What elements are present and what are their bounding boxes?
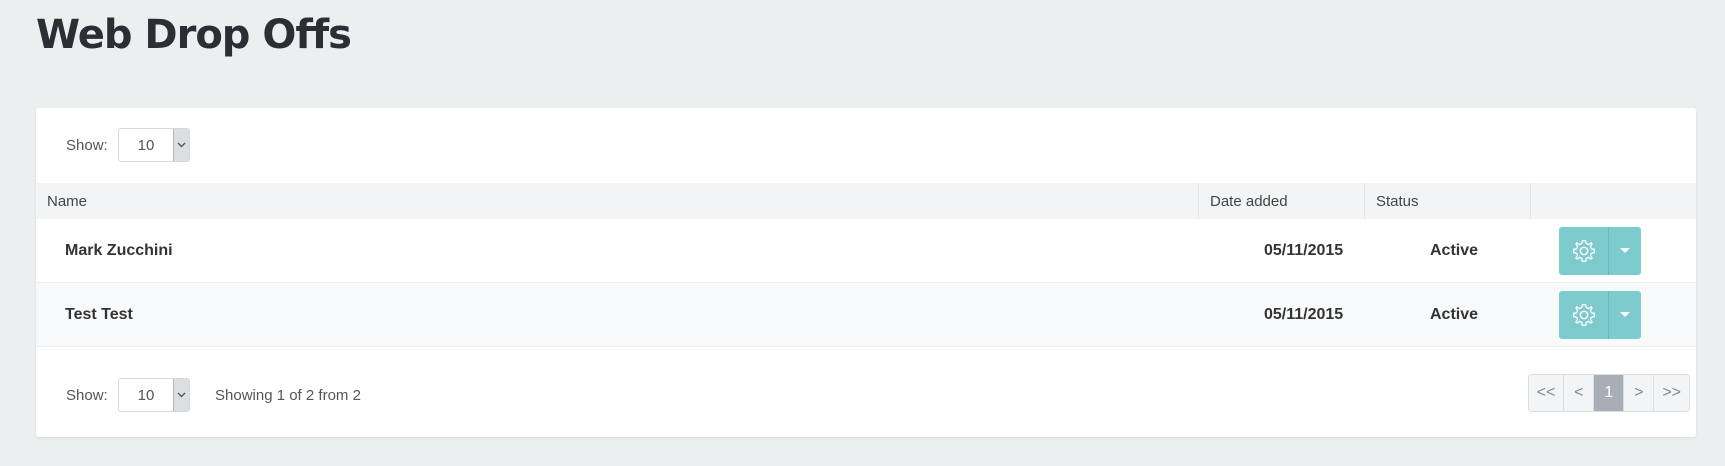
page-size-select[interactable]: 10 xyxy=(118,128,190,162)
first-page-button[interactable]: << xyxy=(1528,375,1564,411)
gear-icon xyxy=(1572,303,1595,326)
chevron-down-icon[interactable] xyxy=(173,379,189,411)
last-page-button[interactable]: >> xyxy=(1653,375,1689,411)
row-menu-button[interactable] xyxy=(1609,226,1641,275)
pagination: << < 1 > >> xyxy=(1527,374,1690,412)
row-status: Active xyxy=(1430,305,1479,323)
page-title: Web Drop Offs xyxy=(36,12,352,58)
table-header: Name Date added Status xyxy=(36,183,1696,219)
gear-icon xyxy=(1572,239,1595,262)
show-label: Show: xyxy=(66,136,108,154)
drop-offs-panel: Show: 10 Name Date added Status Mark Zuc… xyxy=(36,108,1696,437)
chevron-down-icon[interactable] xyxy=(173,129,189,161)
column-header-name[interactable]: Name xyxy=(36,183,1198,219)
top-page-size-control: Show: 10 xyxy=(36,127,190,163)
table-row: Test Test 05/11/2015 Active xyxy=(36,283,1696,347)
row-menu-button[interactable] xyxy=(1609,290,1641,339)
row-status: Active xyxy=(1430,241,1479,259)
show-label: Show: xyxy=(66,386,108,404)
row-date-added: 05/11/2015 xyxy=(1264,241,1344,259)
row-action-group xyxy=(1559,226,1641,275)
row-name: Mark Zucchini xyxy=(65,241,173,259)
row-action-group xyxy=(1559,290,1641,339)
row-settings-button[interactable] xyxy=(1559,290,1609,339)
table-row: Mark Zucchini 05/11/2015 Active xyxy=(36,219,1696,283)
caret-down-icon xyxy=(1620,247,1630,253)
page-size-value: 10 xyxy=(137,386,155,404)
page-size-select[interactable]: 10 xyxy=(118,378,190,412)
showing-summary: Showing 1 of 2 from 2 xyxy=(215,386,361,404)
current-page-button[interactable]: 1 xyxy=(1593,375,1624,411)
row-settings-button[interactable] xyxy=(1559,226,1609,275)
column-header-status[interactable]: Status xyxy=(1364,183,1530,219)
prev-page-button[interactable]: < xyxy=(1563,375,1594,411)
bottom-page-size-control: Show: 10 Showing 1 of 2 from 2 xyxy=(36,377,361,413)
next-page-button[interactable]: > xyxy=(1623,375,1654,411)
row-name: Test Test xyxy=(65,305,133,323)
caret-down-icon xyxy=(1620,311,1630,317)
page-size-value: 10 xyxy=(137,136,155,154)
column-header-actions xyxy=(1530,183,1696,219)
row-date-added: 05/11/2015 xyxy=(1264,305,1344,323)
column-header-date-added[interactable]: Date added xyxy=(1198,183,1364,219)
